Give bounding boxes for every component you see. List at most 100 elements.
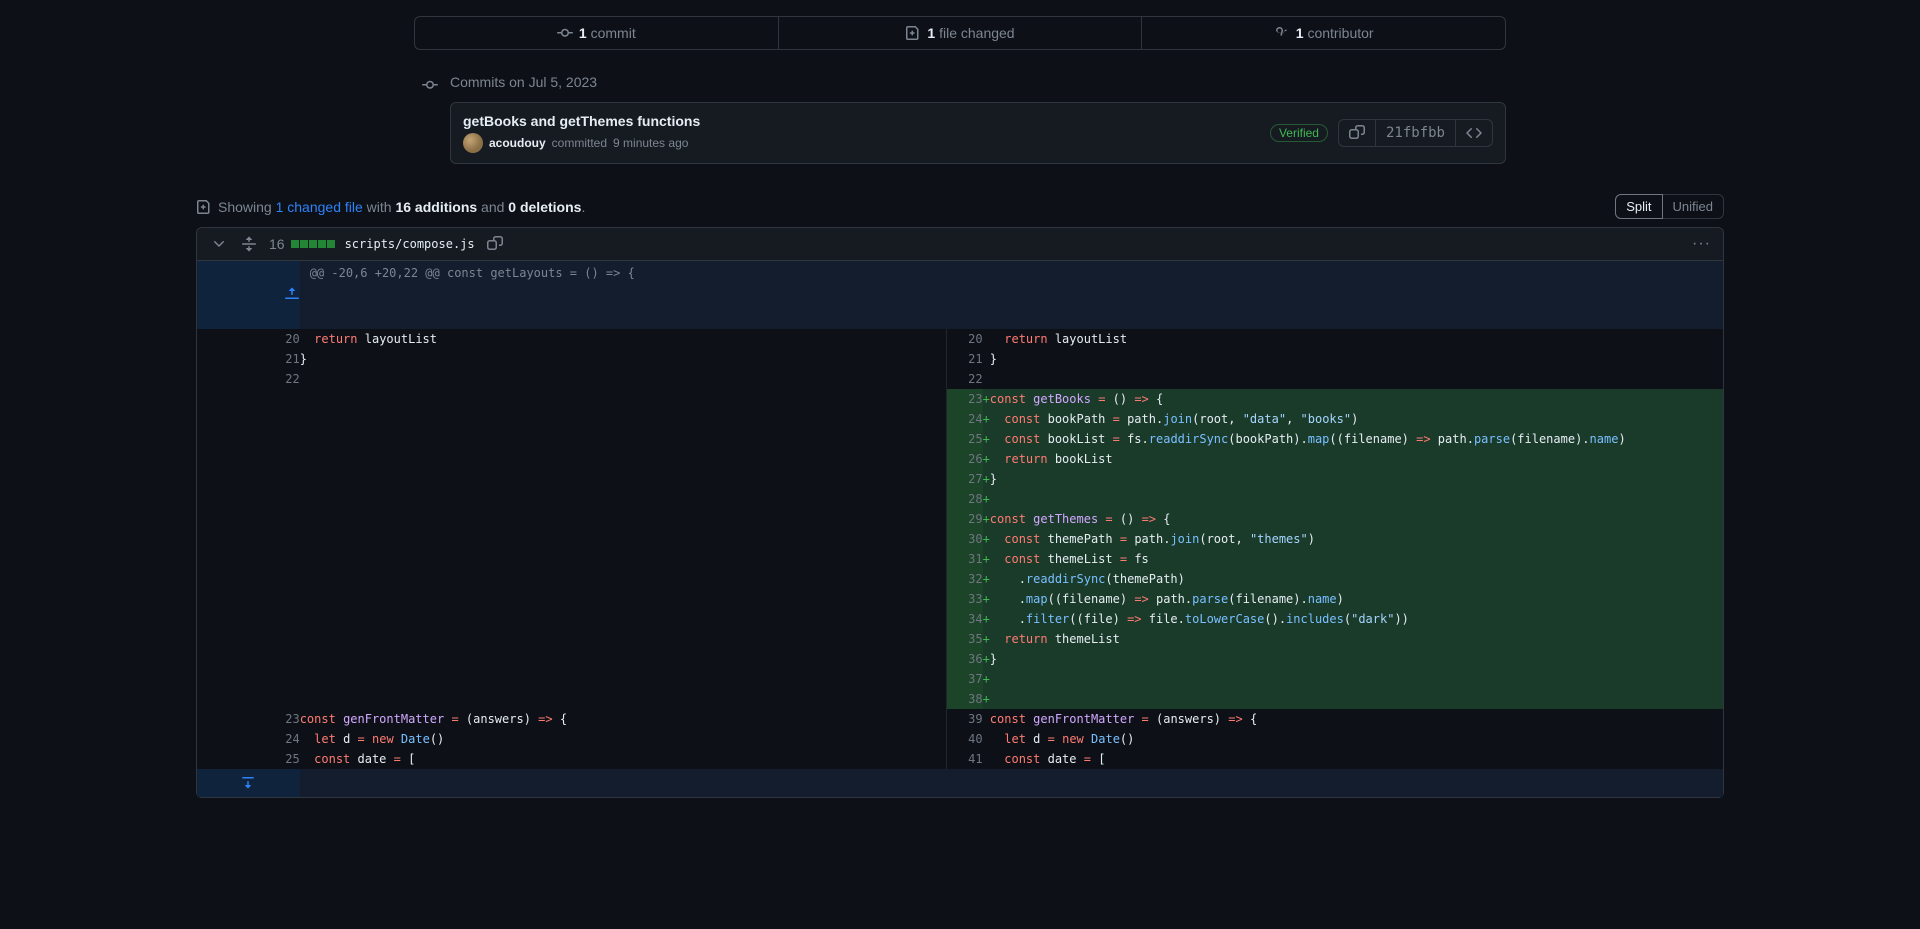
diff-line-addition[interactable]: 34+ .filter((file) => file.toLowerCase()… [197,609,1723,629]
code-cell-left[interactable]: let d = new Date() [300,729,947,749]
verified-badge[interactable]: Verified [1270,124,1328,142]
line-number-right[interactable]: 38 [947,689,983,709]
line-number-right[interactable]: 27 [947,469,983,489]
diff-line-addition[interactable]: 32+ .readdirSync(themePath) [197,569,1723,589]
code-cell-right[interactable]: const getThemes = () => { [990,509,1723,529]
line-number-right[interactable]: 25 [947,429,983,449]
diff-line-context[interactable]: 22 22 [197,369,1723,389]
line-number-right[interactable]: 22 [947,369,983,389]
diff-line-addition[interactable]: 25+ const bookList = fs.readdirSync(book… [197,429,1723,449]
diff-line-context[interactable]: 23const genFrontMatter = (answers) => {3… [197,709,1723,729]
diff-line-context[interactable]: 24 let d = new Date()40 let d = new Date… [197,729,1723,749]
code-cell-right[interactable]: return themeList [990,629,1723,649]
diff-line-addition[interactable]: 27+} [197,469,1723,489]
line-number-left[interactable]: 21 [197,349,300,369]
commit-title-link[interactable]: getBooks and getThemes functions [463,113,700,129]
collapse-file-button[interactable] [209,234,229,254]
line-number-left[interactable]: 22 [197,369,300,389]
changed-files-link[interactable]: 1 changed file [276,199,363,215]
line-number-right[interactable]: 31 [947,549,983,569]
line-number-right[interactable]: 28 [947,489,983,509]
code-cell-right[interactable]: const bookList = fs.readdirSync(bookPath… [990,429,1723,449]
code-cell-right[interactable]: const bookPath = path.join(root, "data",… [990,409,1723,429]
code-cell-right[interactable]: return bookList [990,449,1723,469]
line-number-right[interactable]: 36 [947,649,983,669]
diff-line-addition[interactable]: 35+ return themeList [197,629,1723,649]
browse-repo-button[interactable] [1456,119,1493,147]
line-number-right[interactable]: 41 [947,749,983,769]
code-cell-left[interactable]: } [300,349,947,369]
diff-line-addition[interactable]: 33+ .map((filename) => path.parse(filena… [197,589,1723,609]
diff-line-context[interactable]: 20 return layoutList20 return layoutList [197,329,1723,349]
line-number-right[interactable]: 32 [947,569,983,589]
code-cell-right[interactable]: const themeList = fs [990,549,1723,569]
code-cell-right[interactable]: const themePath = path.join(root, "theme… [990,529,1723,549]
expand-up-row[interactable]: @@ -20,6 +20,22 @@ const getLayouts = ()… [197,261,1723,329]
code-cell-left[interactable] [300,369,947,389]
tab-contributors[interactable]: 1 contributor [1142,17,1505,49]
diff-line-addition[interactable]: 24+ const bookPath = path.join(root, "da… [197,409,1723,429]
code-cell-right[interactable] [990,669,1723,689]
diff-line-context[interactable]: 25 const date = [41 const date = [ [197,749,1723,769]
code-cell-left[interactable]: const genFrontMatter = (answers) => { [300,709,947,729]
line-number-right[interactable]: 37 [947,669,983,689]
line-number-left[interactable]: 20 [197,329,300,349]
code-cell-right[interactable] [990,489,1723,509]
line-number-right[interactable]: 26 [947,449,983,469]
line-number-right[interactable]: 34 [947,609,983,629]
line-number-right[interactable]: 30 [947,529,983,549]
diff-line-addition[interactable]: 28+ [197,489,1723,509]
split-view-button[interactable]: Split [1615,194,1662,219]
code-cell-right[interactable] [990,689,1723,709]
diff-line-context[interactable]: 21}21} [197,349,1723,369]
diff-line-addition[interactable]: 29+const getThemes = () => { [197,509,1723,529]
line-number-right[interactable]: 39 [947,709,983,729]
tab-files-changed[interactable]: 1 file changed [779,17,1143,49]
diff-line-addition[interactable]: 23+const getBooks = () => { [197,389,1723,409]
code-cell-right[interactable]: const date = [ [990,749,1723,769]
expand-down-row[interactable] [197,769,1723,797]
diff-line-addition[interactable]: 36+} [197,649,1723,669]
code-cell-right[interactable]: } [990,469,1723,489]
file-path-link[interactable]: scripts/compose.js [345,237,475,251]
code-cell-right[interactable] [990,369,1723,389]
file-actions-menu[interactable]: ··· [1692,235,1711,253]
line-number-left[interactable]: 25 [197,749,300,769]
expand-all-button[interactable] [239,234,259,254]
code-cell-right[interactable]: let d = new Date() [990,729,1723,749]
code-cell-right[interactable]: .readdirSync(themePath) [990,569,1723,589]
line-number-right[interactable]: 23 [947,389,983,409]
line-number-right[interactable]: 35 [947,629,983,649]
code-cell-right[interactable]: return layoutList [990,329,1723,349]
unified-view-button[interactable]: Unified [1662,194,1724,219]
line-number-right[interactable]: 24 [947,409,983,429]
copy-path-button[interactable] [485,234,505,254]
commit-author-link[interactable]: acoudouy [489,136,546,150]
avatar[interactable] [463,133,483,153]
diff-line-addition[interactable]: 26+ return bookList [197,449,1723,469]
line-number-left [197,629,300,649]
line-number-right[interactable]: 40 [947,729,983,749]
tab-commits[interactable]: 1 commit [415,17,779,49]
line-number-left[interactable]: 24 [197,729,300,749]
code-cell-right[interactable]: .map((filename) => path.parse(filename).… [990,589,1723,609]
code-cell-left[interactable]: const date = [ [300,749,947,769]
code-cell-right[interactable]: } [990,649,1723,669]
diff-line-addition[interactable]: 37+ [197,669,1723,689]
code-cell-right[interactable]: .filter((file) => file.toLowerCase().inc… [990,609,1723,629]
code-cell-right[interactable]: const getBooks = () => { [990,389,1723,409]
diff-line-addition[interactable]: 30+ const themePath = path.join(root, "t… [197,529,1723,549]
code-cell-right[interactable]: const genFrontMatter = (answers) => { [990,709,1723,729]
line-number-right[interactable]: 29 [947,509,983,529]
line-number-right[interactable]: 20 [947,329,983,349]
copy-sha-button[interactable] [1338,119,1375,147]
diffstat[interactable]: 16 [269,236,335,252]
code-cell-right[interactable]: } [990,349,1723,369]
line-number-right[interactable]: 33 [947,589,983,609]
commit-sha-link[interactable]: 21fbfbb [1375,119,1456,147]
diff-line-addition[interactable]: 31+ const themeList = fs [197,549,1723,569]
line-number-left[interactable]: 23 [197,709,300,729]
diff-line-addition[interactable]: 38+ [197,689,1723,709]
code-cell-left[interactable]: return layoutList [300,329,947,349]
line-number-right[interactable]: 21 [947,349,983,369]
